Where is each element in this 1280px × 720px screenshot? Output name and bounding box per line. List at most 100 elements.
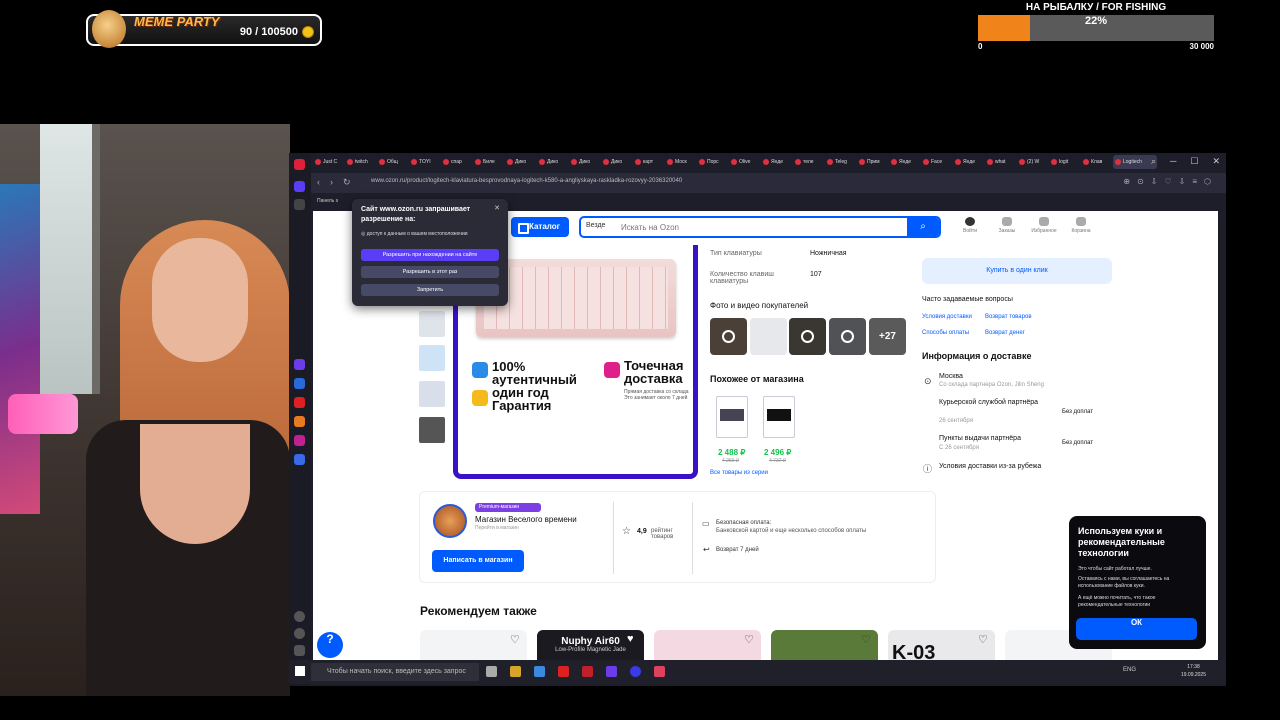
favorite-icon[interactable]: ♡ xyxy=(861,633,871,646)
similar-price: 2 488 ₽ xyxy=(718,448,746,457)
browser-tab[interactable]: Янде xyxy=(761,155,791,169)
app-icon[interactable] xyxy=(606,666,617,677)
browser-tab[interactable]: Биле xyxy=(473,155,503,169)
clock[interactable]: 17:38 19.09.2025 xyxy=(1181,663,1206,679)
favorite-icon[interactable]: ♥ xyxy=(627,633,634,645)
buyer-video[interactable] xyxy=(710,318,747,355)
browser-tab[interactable]: logit xyxy=(1049,155,1079,169)
favorite-icon[interactable]: ♡ xyxy=(744,633,754,646)
abroad-conditions[interactable]: Условия доставки из-за рубежа xyxy=(939,463,1041,470)
faq-link[interactable]: Условия доставки xyxy=(922,314,972,320)
deny-button[interactable]: Запретить xyxy=(361,284,499,296)
browser-tab[interactable]: Дико xyxy=(537,155,567,169)
opera-logo-icon[interactable] xyxy=(294,159,305,170)
browser-tab[interactable]: Прим xyxy=(857,155,887,169)
browser-tab[interactable]: Янде xyxy=(953,155,983,169)
toolbar-icons[interactable]: ⊕⊙⇩♡⇩≡⬡ xyxy=(1123,177,1218,186)
yandex-icon[interactable] xyxy=(558,666,569,677)
url-text[interactable]: www.ozon.ru/product/logitech-klaviatura-… xyxy=(371,178,682,184)
browser-tab[interactable]: Teleg xyxy=(825,155,855,169)
minimize-icon[interactable]: ─ xyxy=(1170,156,1176,167)
seller-name[interactable]: Магазин Веселого времени xyxy=(475,515,577,524)
favorite-icon[interactable]: ♡ xyxy=(510,633,520,646)
browser-tab[interactable]: спар xyxy=(441,155,471,169)
browser-tab[interactable]: Янде xyxy=(889,155,919,169)
search-tabs-icon[interactable]: ⌕ xyxy=(1151,156,1156,167)
obs-icon[interactable] xyxy=(630,666,641,677)
thumbnail[interactable] xyxy=(419,381,445,407)
thumbnail[interactable] xyxy=(419,345,445,371)
series-link[interactable]: Все товары из серии xyxy=(710,470,768,476)
cookie-ok-button[interactable]: ОК xyxy=(1076,618,1197,640)
search-input[interactable] xyxy=(621,221,901,234)
app-icon[interactable] xyxy=(294,435,305,446)
windows-start-icon[interactable] xyxy=(295,666,305,676)
similar-product[interactable] xyxy=(716,396,748,438)
browser-tab[interactable]: Моск xyxy=(665,155,695,169)
catalog-button[interactable]: Каталог xyxy=(511,217,569,237)
browser-tab[interactable]: Клав xyxy=(1081,155,1111,169)
store-icon[interactable] xyxy=(534,666,545,677)
video-thumbnail[interactable] xyxy=(419,417,445,443)
help-button[interactable]: ? xyxy=(317,632,343,658)
browser-tab[interactable]: TOYI xyxy=(409,155,439,169)
explorer-icon[interactable] xyxy=(510,666,521,677)
history-icon[interactable] xyxy=(294,628,305,639)
faq-link[interactable]: Возврат денег xyxy=(985,330,1025,336)
orders-button[interactable]: Заказы xyxy=(992,217,1022,234)
app-icon[interactable] xyxy=(654,666,665,677)
opera-icon[interactable] xyxy=(582,666,593,677)
yandex-icon[interactable] xyxy=(294,397,305,408)
allow-on-site-button[interactable]: Разрешить при нахождении на сайте xyxy=(361,249,499,261)
allow-once-button[interactable]: Разрешить в этот раз xyxy=(361,266,499,278)
lang-indicator[interactable]: ENG xyxy=(1123,667,1136,673)
bookmark-icon[interactable] xyxy=(294,199,305,210)
search-button[interactable]: ⌕ xyxy=(907,218,939,236)
browser-tab[interactable]: Общ xyxy=(377,155,407,169)
thumbnail[interactable] xyxy=(419,311,445,337)
browser-tab[interactable]: карт xyxy=(633,155,663,169)
taskbar-search[interactable]: Чтобы начать поиск, введите здесь запрос xyxy=(311,663,479,681)
browser-tab[interactable]: Olive xyxy=(729,155,759,169)
browser-tab[interactable]: twitch xyxy=(345,155,375,169)
maximize-icon[interactable]: ☐ xyxy=(1190,156,1198,167)
write-store-button[interactable]: Написать в магазин xyxy=(432,550,524,572)
delivery-city[interactable]: Москва xyxy=(939,373,963,380)
browser-tab[interactable]: Just C xyxy=(313,155,343,169)
browser-tab[interactable]: теле xyxy=(793,155,823,169)
close-icon[interactable]: ✕ xyxy=(494,204,500,212)
settings-icon[interactable] xyxy=(294,645,305,656)
favorite-icon[interactable]: ♡ xyxy=(978,633,988,646)
browser-tab[interactable]: Дико xyxy=(569,155,599,169)
browser-tab[interactable]: (2) W xyxy=(1017,155,1047,169)
search-scope[interactable]: Везде xyxy=(586,222,605,229)
favorites-button[interactable]: Избранное xyxy=(1029,217,1059,234)
buyer-video[interactable] xyxy=(829,318,866,355)
go-to-store-link[interactable]: Перейти в магазин xyxy=(475,525,519,531)
login-button[interactable]: Войти xyxy=(955,217,985,234)
ok-icon[interactable] xyxy=(294,416,305,427)
seller-logo[interactable] xyxy=(433,504,467,538)
close-icon[interactable]: ✕ xyxy=(1212,156,1220,167)
app-icon[interactable] xyxy=(294,454,305,465)
browser-tab[interactable]: Порс xyxy=(697,155,727,169)
vk-icon[interactable] xyxy=(294,378,305,389)
more-photos[interactable]: +27 xyxy=(869,318,906,355)
faq-link[interactable]: Возврат товаров xyxy=(985,314,1032,320)
app-icon[interactable] xyxy=(294,359,305,370)
browser-sidebar xyxy=(289,153,311,686)
nav-buttons[interactable]: ‹›↻ xyxy=(317,177,361,188)
browser-tab[interactable]: Дико xyxy=(505,155,535,169)
browser-tab[interactable]: Дико xyxy=(601,155,631,169)
browser-tab[interactable]: what xyxy=(985,155,1015,169)
buy-one-click-button[interactable]: Купить в один клик xyxy=(922,258,1112,284)
faq-link[interactable]: Способы оплаты xyxy=(922,330,969,336)
home-icon[interactable] xyxy=(294,181,305,192)
cart-button[interactable]: Корзина xyxy=(1066,217,1096,234)
heart-icon[interactable] xyxy=(294,611,305,622)
buyer-photo[interactable] xyxy=(750,318,787,355)
browser-tab[interactable]: Face xyxy=(921,155,951,169)
similar-product[interactable] xyxy=(763,396,795,438)
buyer-video[interactable] xyxy=(789,318,826,355)
task-view-icon[interactable] xyxy=(486,666,497,677)
